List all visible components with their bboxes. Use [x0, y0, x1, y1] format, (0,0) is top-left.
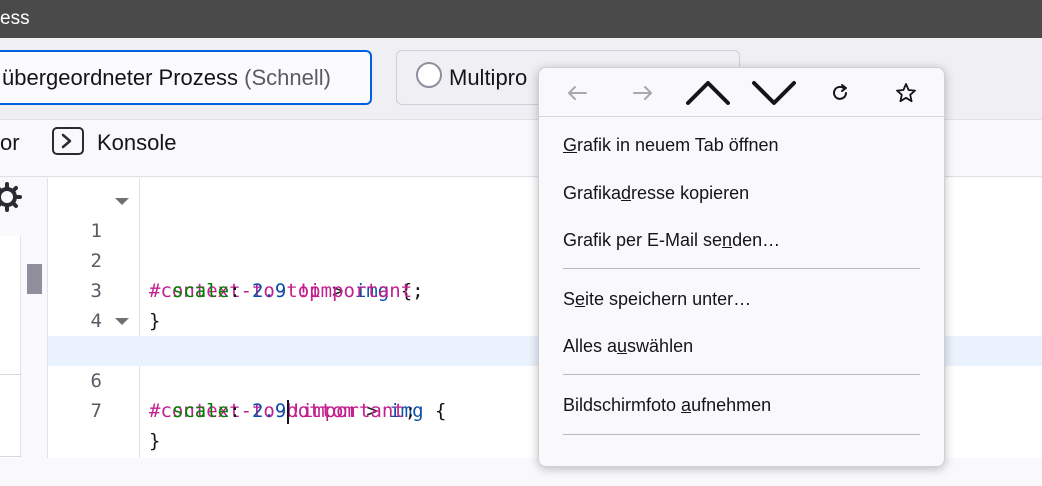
css-important: !important	[290, 400, 405, 422]
chevron-up-icon[interactable]	[684, 74, 732, 112]
context-menu-nav	[539, 68, 944, 118]
stylesheet-list	[0, 236, 21, 458]
menu-item-select-all[interactable]: Alles auswählen	[563, 336, 693, 357]
tab-konsole[interactable]: Konsole	[97, 130, 177, 156]
console-icon[interactable]	[52, 127, 84, 155]
window-titlebar: ess	[0, 0, 1042, 38]
context-menu: Grafik in neuem Tab öffnen Grafikadresse…	[538, 67, 945, 467]
menu-item-take-screenshot[interactable]: Bildschirmfoto aufnehmen	[563, 395, 771, 416]
window-title: ess	[0, 8, 30, 29]
divider	[0, 456, 21, 457]
css-brace: }	[149, 430, 161, 452]
star-icon[interactable]	[882, 74, 930, 112]
reload-icon[interactable]	[816, 74, 864, 112]
back-arrow-icon[interactable]	[553, 74, 601, 112]
css-value: 2.9	[251, 400, 287, 422]
text-caret	[287, 399, 290, 424]
line-number: 7	[90, 400, 102, 422]
divider	[0, 374, 21, 375]
scrollbar-thumb[interactable]	[27, 264, 42, 294]
divider	[563, 434, 920, 435]
option-parent-process-label: übergeordneter Prozess	[2, 65, 239, 90]
option-parent-process[interactable]: übergeordneter Prozess (Schnell)	[0, 50, 372, 105]
option-multiprocess-label: Multipro	[449, 65, 528, 90]
menu-item-open-image-new-tab[interactable]: Grafik in neuem Tab öffnen	[563, 135, 779, 156]
option-parent-process-sub: (Schnell)	[244, 65, 331, 90]
tab-editor-partial[interactable]: or	[0, 130, 20, 156]
multiprocess-radio[interactable]	[416, 62, 442, 88]
fold-arrow-icon[interactable]	[115, 318, 129, 325]
forward-arrow-icon[interactable]	[619, 74, 667, 112]
divider	[563, 374, 920, 375]
fold-arrow-icon[interactable]	[115, 198, 129, 205]
gear-icon[interactable]	[0, 182, 22, 212]
css-property: scale	[171, 400, 230, 422]
menu-item-copy-image-address[interactable]: Grafikadresse kopieren	[563, 183, 749, 204]
menu-item-email-image[interactable]: Grafik per E-Mail senden…	[563, 230, 780, 251]
chevron-down-icon[interactable]	[750, 74, 798, 112]
divider	[539, 116, 944, 117]
divider	[563, 268, 920, 269]
css-brace: {	[423, 400, 447, 422]
left-sidebar	[0, 178, 48, 458]
menu-item-save-page-as[interactable]: Seite speichern unter…	[563, 289, 751, 310]
